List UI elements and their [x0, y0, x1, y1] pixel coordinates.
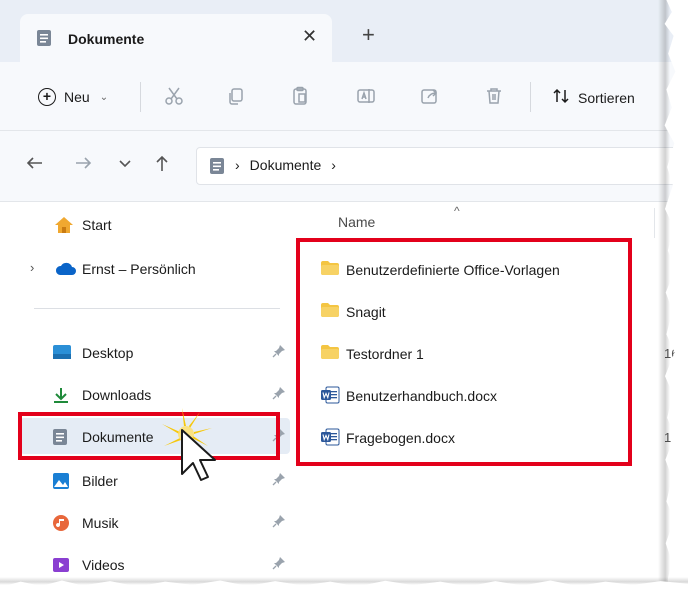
sidebar-item-start[interactable]: Start: [20, 206, 290, 242]
pin-icon[interactable]: [272, 556, 286, 575]
sidebar-item-downloads[interactable]: Downloads: [20, 376, 290, 412]
sort-button[interactable]: Sortieren: [552, 88, 635, 107]
breadcrumb-separator[interactable]: ›: [235, 157, 240, 173]
sort-ascending-icon: ^: [454, 204, 460, 218]
tab-dokumente[interactable]: Dokumente ✕: [20, 14, 332, 62]
toolbar-divider: [530, 82, 531, 112]
music-icon: [52, 514, 70, 537]
share-icon[interactable]: [420, 86, 440, 111]
rename-icon[interactable]: [356, 86, 376, 111]
sidebar-item-desktop[interactable]: Desktop: [20, 334, 290, 370]
column-header-name[interactable]: Name: [338, 214, 375, 230]
videos-icon: [52, 556, 70, 579]
chevron-down-icon: ⌄: [99, 91, 109, 103]
new-tab-button[interactable]: +: [362, 24, 375, 46]
sidebar-divider: [34, 308, 280, 309]
sidebar-item-label: Ernst – Persönlich: [82, 261, 196, 277]
download-icon: [52, 386, 70, 409]
documents-icon: [209, 157, 225, 180]
sidebar-item-label: Desktop: [82, 345, 134, 361]
copy-icon[interactable]: [226, 86, 246, 111]
column-divider[interactable]: [654, 208, 655, 238]
sidebar-item-label: Musik: [82, 515, 119, 531]
pin-icon[interactable]: [272, 514, 286, 533]
forward-arrow-icon[interactable]: [74, 155, 92, 176]
sidebar-item-label: Bilder: [82, 473, 118, 489]
navigation-bar: › Dokumente ›: [0, 131, 688, 202]
onedrive-cloud-icon: [54, 262, 76, 281]
sidebar-item-label: Downloads: [82, 387, 152, 403]
pin-icon[interactable]: [272, 386, 286, 405]
tab-title: Dokumente: [68, 31, 145, 47]
plus-icon: +: [38, 88, 56, 106]
highlight-box-dokumente: [18, 412, 280, 460]
sidebar-item-musik[interactable]: Musik: [20, 504, 290, 540]
tab-strip: Dokumente ✕ +: [0, 0, 688, 62]
sort-button-label: Sortieren: [578, 89, 635, 106]
pin-icon[interactable]: [272, 472, 286, 491]
sidebar-item-label: Start: [82, 217, 112, 233]
sort-icon: [552, 88, 570, 107]
pictures-icon: [52, 472, 70, 495]
sidebar-item-ernst-persoenlich[interactable]: › Ernst – Persönlich: [20, 250, 290, 286]
desktop-icon: [52, 344, 72, 365]
chevron-right-icon[interactable]: ›: [30, 260, 34, 275]
documents-icon: [36, 29, 52, 52]
breadcrumb-dokumente[interactable]: Dokumente: [250, 157, 322, 173]
command-bar: + Neu ⌄ Sortieren: [0, 62, 688, 131]
breadcrumb: › Dokumente ›: [235, 157, 336, 173]
home-icon: [54, 216, 74, 239]
back-arrow-icon[interactable]: [26, 155, 44, 176]
tab-close-button[interactable]: ✕: [302, 26, 317, 47]
pin-icon[interactable]: [272, 344, 286, 363]
highlight-box-file-list: [296, 238, 632, 466]
toolbar-divider: [140, 82, 141, 112]
mouse-cursor-icon: [160, 406, 230, 491]
breadcrumb-separator[interactable]: ›: [331, 157, 336, 173]
cut-icon[interactable]: [164, 86, 184, 111]
sidebar-item-label: Videos: [82, 557, 125, 573]
address-bar[interactable]: › Dokumente ›: [196, 147, 688, 185]
new-button-label: Neu: [64, 89, 90, 105]
sidebar-item-bilder[interactable]: Bilder: [20, 462, 290, 498]
up-arrow-icon[interactable]: [154, 155, 170, 178]
delete-icon[interactable]: [484, 86, 504, 111]
paste-icon[interactable]: [290, 86, 310, 111]
new-button[interactable]: + Neu ⌄: [38, 88, 108, 106]
recent-locations-chevron-icon[interactable]: [118, 155, 132, 176]
navigation-pane: Start › Ernst – Persönlich Desktop Downl…: [0, 202, 290, 597]
file-explorer-window: Dokumente ✕ + + Neu ⌄ Sortieren › Dokume…: [0, 0, 688, 597]
